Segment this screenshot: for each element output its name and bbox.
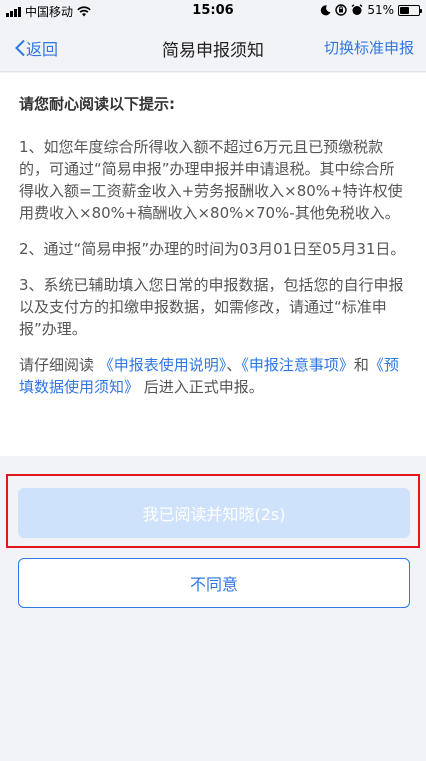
battery-percent: 51% — [367, 3, 394, 17]
notice-paragraph-1: 1、如您年度综合所得收入额不超过6万元且已预缴税款的，可通过“简易申报”办理申报… — [19, 138, 403, 222]
switch-standard-declaration-link[interactable]: 切换标准申报 — [324, 37, 414, 58]
battery-icon — [398, 4, 422, 16]
moon-icon — [321, 4, 331, 15]
disagree-button[interactable]: 不同意 — [18, 558, 410, 608]
notice-heading: 请您耐心阅读以下提示: — [19, 95, 175, 113]
link-and: 和 — [353, 356, 369, 374]
alarm-icon — [351, 4, 363, 15]
status-bar: 中国移动 15:06 51% — [0, 0, 426, 22]
form-instructions-link[interactable]: 《申报表使用说明》 — [99, 356, 227, 374]
read-prefix: 请仔细阅读 — [19, 356, 95, 374]
navigation-bar: 返回 简易申报须知 切换标准申报 — [0, 22, 426, 72]
notice-paragraph-3: 3、系统已辅助填入您日常的申报数据，包括您的自行申报以及支付方的扣缴申报数据，如… — [19, 276, 404, 338]
notice-reading-links: 请仔细阅读 《申报表使用说明》、《申报注意事项》和《预填数据使用须知》 后进入正… — [19, 354, 407, 398]
declaration-notes-link[interactable]: 《申报注意事项》 — [241, 356, 354, 374]
link-separator: 、 — [226, 356, 242, 374]
notice-content: 请您耐心阅读以下提示: 1、如您年度综合所得收入额不超过6万元且已预缴税款的，可… — [0, 73, 426, 456]
status-right: 51% — [320, 3, 422, 17]
agree-button[interactable]: 我已阅读并知晓(2s) — [18, 488, 410, 538]
orientation-lock-icon — [335, 4, 348, 16]
battery-fill — [400, 6, 410, 14]
read-suffix: 后进入正式申报。 — [143, 378, 264, 396]
notice-paragraph-2: 2、通过“简易申报”办理的时间为03月01日至05月31日。 — [19, 240, 406, 258]
